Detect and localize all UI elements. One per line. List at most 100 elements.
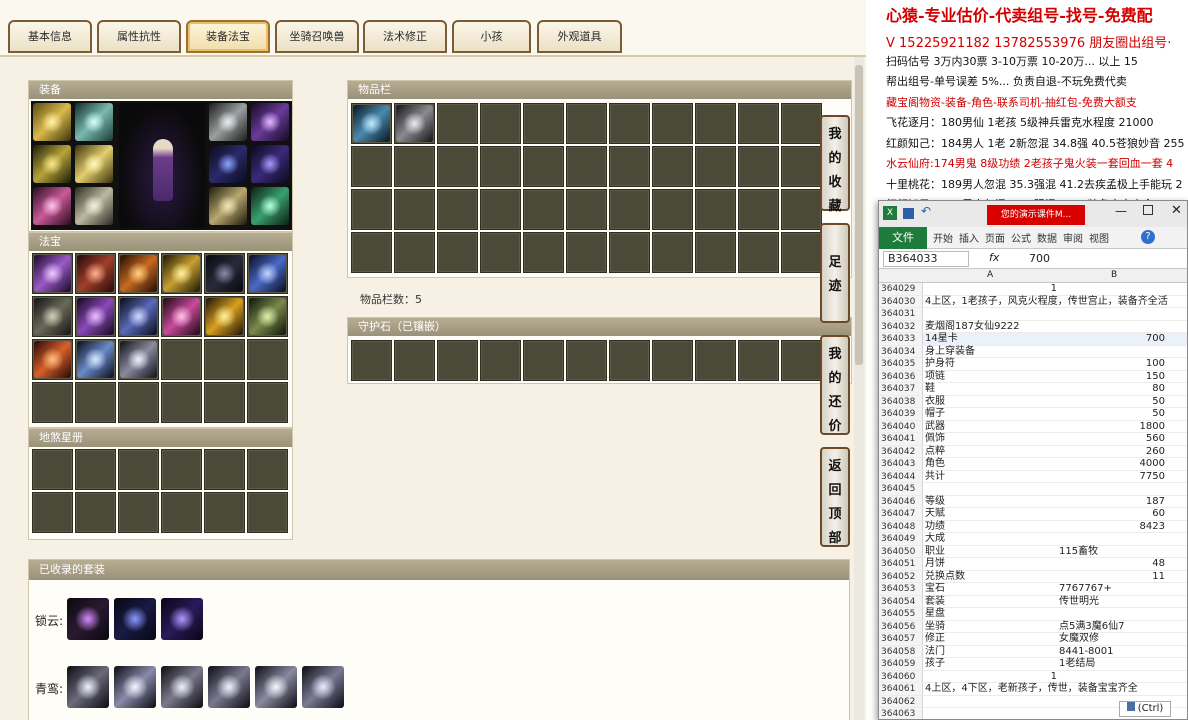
cell-b[interactable]: 115畜牧 [1059, 546, 1167, 558]
item-slot[interactable] [204, 339, 245, 380]
row-number[interactable]: 364062 [879, 695, 923, 707]
cell-a[interactable]: 宝石 [925, 583, 1057, 595]
ice-sword-icon[interactable] [77, 341, 114, 378]
row-number[interactable]: 364049 [879, 533, 923, 545]
item-slot[interactable] [523, 232, 564, 273]
sheet-row[interactable]: 364040 武器 1800 [879, 420, 1187, 433]
item-slot[interactable] [566, 103, 607, 144]
blue-crystal-icon[interactable] [353, 105, 390, 142]
sheet-row[interactable]: 364042 点粹 260 [879, 445, 1187, 458]
item-slot[interactable] [609, 103, 650, 144]
sheet-row[interactable]: 364060 1 [879, 670, 1187, 683]
excel-file-name[interactable]: 您的演示课件M... [987, 205, 1085, 225]
blue-gauntlet-icon[interactable] [249, 255, 286, 292]
cell-b[interactable] [1059, 483, 1167, 495]
cell-a[interactable]: 4上区，4下区，老新孩子，传世，装备宝宝齐全 [925, 683, 1138, 695]
cell-a[interactable] [925, 308, 1057, 320]
cell-b[interactable]: 50 [1059, 396, 1167, 408]
item-slot[interactable] [480, 340, 521, 381]
cell-a[interactable]: 项链 [925, 371, 1057, 383]
ribbon-tab-home[interactable]: 开始 [933, 230, 953, 245]
item-slot[interactable] [204, 382, 245, 423]
item-slot[interactable] [695, 189, 736, 230]
sheet-row[interactable]: 364053 宝石 7767767+ [879, 583, 1187, 596]
item-slot[interactable] [204, 253, 245, 294]
item-slot[interactable] [75, 339, 116, 380]
sheet-row[interactable]: 364037 鞋 80 [879, 383, 1187, 396]
item-slot[interactable] [523, 340, 564, 381]
ribbon-tab-file[interactable]: 文件 [879, 227, 927, 249]
item-slot[interactable] [437, 340, 478, 381]
help-icon[interactable]: ? [1141, 230, 1155, 244]
item-slot[interactable] [480, 232, 521, 273]
ribbon-tab-data[interactable]: 数据 [1037, 230, 1057, 245]
item-slot[interactable] [204, 492, 245, 533]
cell-a[interactable]: 大成 [925, 533, 1057, 545]
row-number[interactable]: 364042 [879, 445, 923, 457]
row-number[interactable]: 364045 [879, 483, 923, 495]
page-scrollbar[interactable] [854, 57, 864, 720]
item-slot[interactable] [781, 103, 822, 144]
item-slot[interactable] [437, 103, 478, 144]
item-slot[interactable] [394, 146, 435, 187]
row-number[interactable]: 364031 [879, 308, 923, 320]
cell-a[interactable] [925, 708, 1057, 719]
cell-b[interactable]: 560 [1059, 433, 1167, 445]
cell-a[interactable]: 身上穿装备 [925, 346, 1057, 358]
row-number[interactable]: 364053 [879, 583, 923, 595]
item-slot[interactable] [480, 189, 521, 230]
item-slot[interactable] [161, 492, 202, 533]
cell-b[interactable]: 1800 [1059, 421, 1167, 433]
item-slot[interactable] [652, 103, 693, 144]
item-slot[interactable] [738, 103, 779, 144]
row-number[interactable]: 364040 [879, 420, 923, 432]
item-slot[interactable] [609, 340, 650, 381]
row-number[interactable]: 364035 [879, 358, 923, 370]
item-slot[interactable] [247, 296, 288, 337]
sheet-row[interactable]: 364033 14星卡 700 [879, 333, 1187, 346]
cell-b[interactable]: 8423 [1059, 521, 1167, 533]
blue-scroll-icon[interactable] [120, 298, 157, 335]
row-number[interactable]: 364057 [879, 633, 923, 645]
item-slot[interactable] [695, 146, 736, 187]
tab-child[interactable]: 小孩 [452, 20, 531, 53]
cell-a[interactable]: 角色 [925, 458, 1057, 470]
item-slot[interactable] [394, 103, 435, 144]
cloak-icon[interactable] [33, 103, 71, 141]
tab-attributes[interactable]: 属性抗性 [97, 20, 181, 53]
item-slot[interactable] [161, 253, 202, 294]
ribbon-tab-insert[interactable]: 插入 [959, 230, 979, 245]
cell-a[interactable]: 等级 [925, 496, 1057, 508]
boots-icon[interactable] [75, 187, 113, 225]
item-slot[interactable] [609, 146, 650, 187]
item-slot[interactable] [394, 340, 435, 381]
row-number[interactable]: 364060 [879, 670, 923, 682]
item-slot[interactable] [75, 492, 116, 533]
silver-bell-icon[interactable] [120, 341, 157, 378]
item-slot[interactable] [609, 232, 650, 273]
cell-b[interactable]: 7767767+ [1059, 583, 1167, 595]
row-number[interactable]: 364044 [879, 470, 923, 482]
row-number[interactable]: 364063 [879, 708, 923, 719]
item-slot[interactable] [652, 340, 693, 381]
sheet-row[interactable]: 364048 功绩 8423 [879, 520, 1187, 533]
ribbon-charm-icon[interactable] [33, 187, 71, 225]
cell-a[interactable] [925, 483, 1057, 495]
my-favorites-button[interactable]: 我的收藏 [820, 115, 850, 214]
sheet-row[interactable]: 364056 坐骑 点5满3魔6仙7 [879, 620, 1187, 633]
cell-b[interactable] [1059, 671, 1167, 683]
cell-a[interactable]: 孩子 [925, 658, 1057, 670]
item-slot[interactable] [32, 382, 73, 423]
item-slot[interactable] [695, 340, 736, 381]
green-shield-icon[interactable] [249, 298, 286, 335]
cell-b[interactable] [1059, 608, 1167, 620]
sheet-row[interactable]: 364058 法门 8441-8001 [879, 645, 1187, 658]
white-ring-icon[interactable] [67, 666, 109, 708]
sheet-row[interactable]: 364038 衣服 50 [879, 395, 1187, 408]
greave-icon[interactable] [209, 103, 247, 141]
footprints-button[interactable]: 足迹 [820, 223, 850, 323]
item-slot[interactable] [566, 146, 607, 187]
item-slot[interactable] [781, 146, 822, 187]
item-slot[interactable] [32, 339, 73, 380]
item-slot[interactable] [738, 146, 779, 187]
